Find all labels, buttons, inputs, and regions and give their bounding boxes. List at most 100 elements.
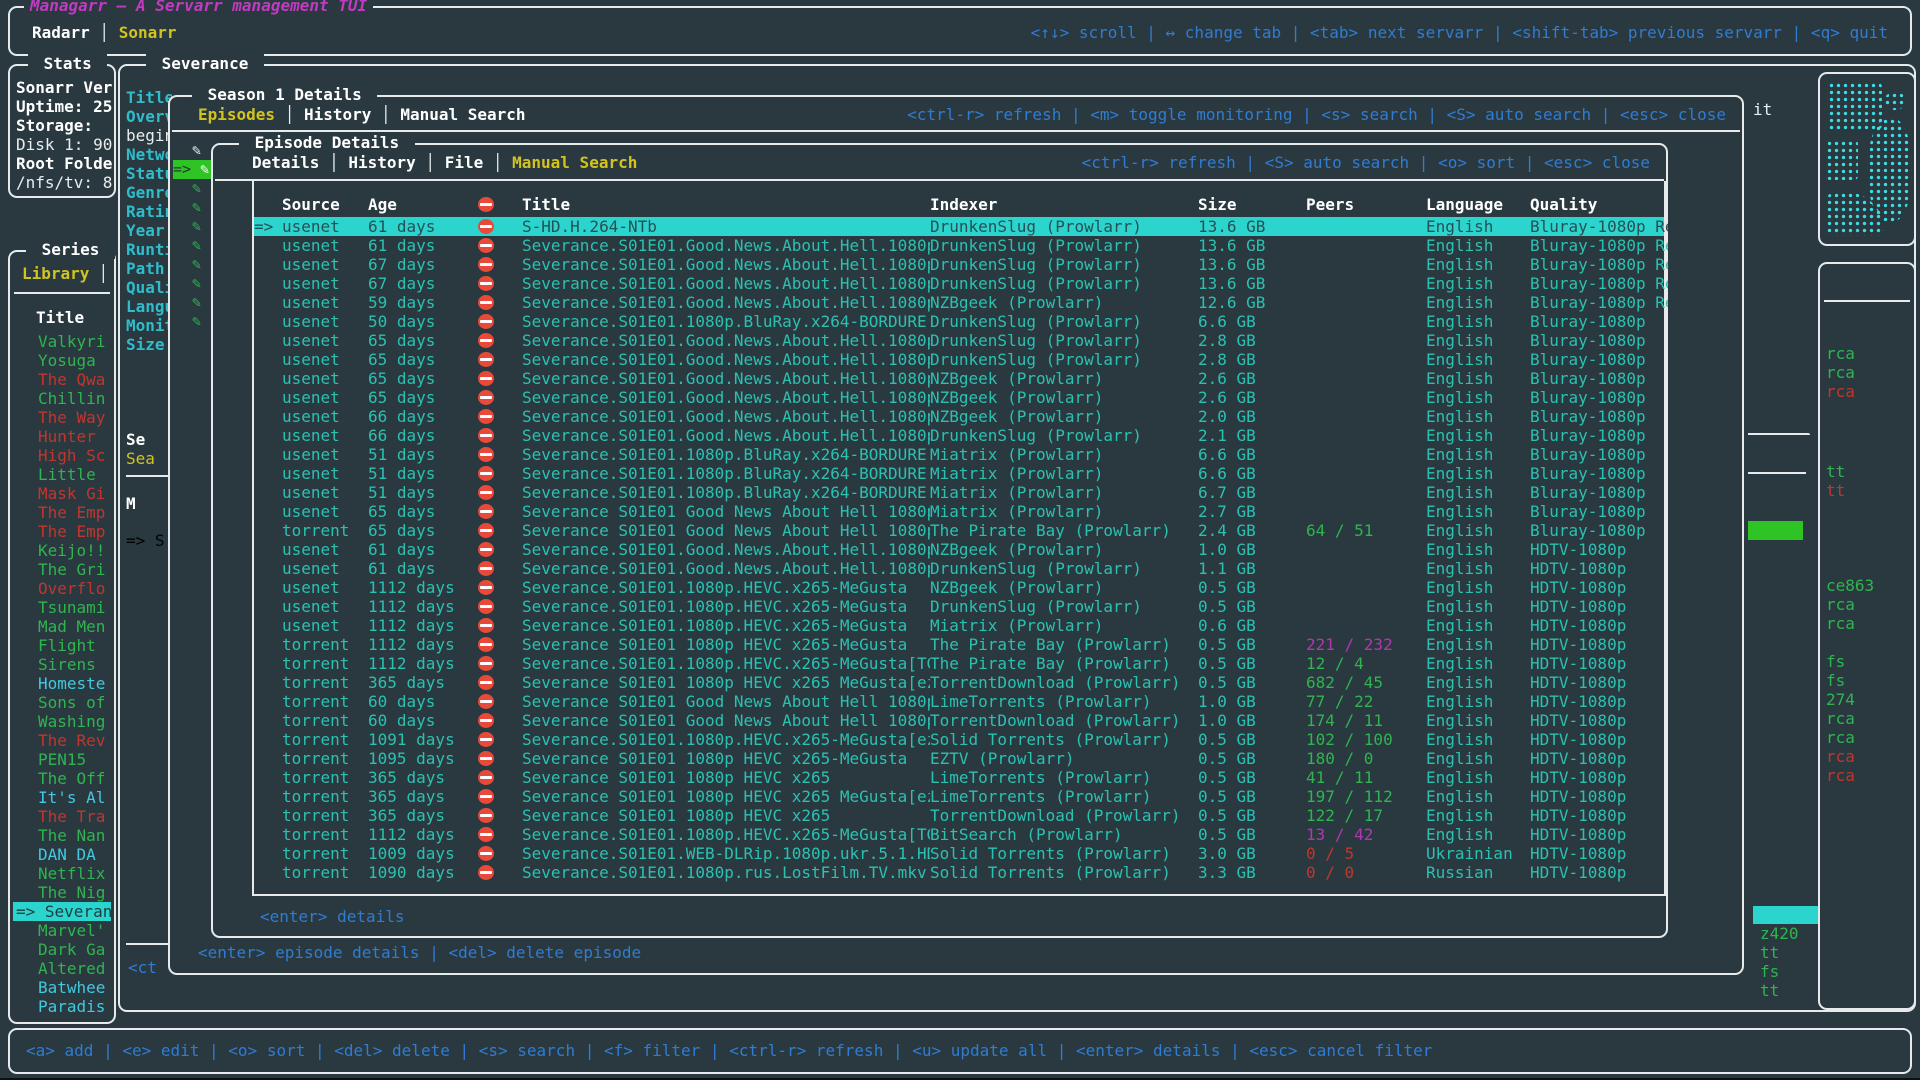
column-header: Peers [1306,195,1426,214]
table-row[interactable]: torrent1090 daysSeverance.S01E01.1080p.r… [254,863,1664,882]
series-item[interactable]: The Nig [13,883,111,902]
table-row[interactable]: usenet51 daysSeverance.S01E01.1080p.BluR… [254,483,1664,502]
series-item[interactable]: The Way [13,408,111,427]
table-row[interactable]: usenet65 daysSeverance S01E01 Good News … [254,502,1664,521]
table-row[interactable]: usenet50 daysSeverance.S01E01.1080p.BluR… [254,312,1664,331]
table-row[interactable]: usenet65 daysSeverance.S01E01.Good.News.… [254,388,1664,407]
source-cell: torrent [282,787,368,806]
series-item[interactable]: The Tra [13,807,111,826]
source-cell: usenet [282,540,368,559]
table-row[interactable]: torrent365 daysSeverance S01E01 1080p HE… [254,768,1664,787]
reject-icon [478,616,522,635]
series-item[interactable]: Chillin [13,389,111,408]
series-item[interactable]: The Nan [13,826,111,845]
series-item[interactable]: The Qwa [13,370,111,389]
series-item[interactable]: High Sc [13,446,111,465]
series-item[interactable]: It's Al [13,788,111,807]
size-cell: 1.0 GB [1198,692,1306,711]
table-row[interactable]: torrent1112 daysSeverance.S01E01.1080p.H… [254,825,1664,844]
table-row[interactable]: torrent365 daysSeverance S01E01 1080p HE… [254,806,1664,825]
table-row[interactable]: torrent1091 daysSeverance.S01E01.1080p.H… [254,730,1664,749]
series-item[interactable]: Overflo [13,579,111,598]
table-row[interactable]: usenet65 daysSeverance.S01E01.Good.News.… [254,331,1664,350]
series-item[interactable]: Keijo!! [13,541,111,560]
table-row[interactable]: usenet1112 daysSeverance.S01E01.1080p.HE… [254,616,1664,635]
table-row[interactable]: torrent60 daysSeverance S01E01 Good News… [254,692,1664,711]
season-episode-row-selected[interactable]: => ✎ [173,160,213,179]
series-item[interactable]: Mask Gi [13,484,111,503]
table-row[interactable]: usenet66 daysSeverance.S01E01.Good.News.… [254,426,1664,445]
tab-episodes[interactable]: Episodes [198,105,275,124]
tab-radarr[interactable]: Radarr [32,23,90,42]
series-item[interactable]: The Emp [13,522,111,541]
tab-ep-file[interactable]: File [445,153,484,172]
table-row[interactable]: torrent1095 daysSeverance S01E01 1080p H… [254,749,1664,768]
stats-row: Root Folde [16,154,112,173]
table-row[interactable]: torrent60 daysSeverance S01E01 Good News… [254,711,1664,730]
series-item[interactable]: Hunter [13,427,111,446]
table-row[interactable]: usenet67 daysSeverance.S01E01.Good.News.… [254,274,1664,293]
series-item-selected[interactable]: => Severan [13,902,111,921]
severance-field-label: Size [126,335,172,354]
table-row[interactable]: usenet51 daysSeverance.S01E01.1080p.BluR… [254,445,1664,464]
tab-season-history[interactable]: History [304,105,371,124]
series-tab-library[interactable]: Library│ [22,264,108,283]
table-row[interactable]: usenet67 daysSeverance.S01E01.Good.News.… [254,255,1664,274]
language-cell: English [1426,768,1530,787]
series-item[interactable]: Valkyri [13,332,111,351]
series-item[interactable]: The Rev [13,731,111,750]
table-row[interactable]: usenet66 daysSeverance.S01E01.Good.News.… [254,407,1664,426]
table-row[interactable]: torrent365 daysSeverance S01E01 1080p HE… [254,673,1664,692]
reject-icon [478,274,522,293]
series-item[interactable]: Netflix [13,864,111,883]
table-row[interactable]: usenet65 daysSeverance.S01E01.Good.News.… [254,350,1664,369]
series-item[interactable]: Dark Ga [13,940,111,959]
series-item[interactable]: Sons of [13,693,111,712]
series-item[interactable]: Marvel' [13,921,111,940]
series-item[interactable]: The Gri [13,560,111,579]
indexer-cell: DrunkenSlug (Prowlarr) [930,426,1198,445]
table-row[interactable]: torrent1009 daysSeverance.S01E01.WEB-DLR… [254,844,1664,863]
series-item[interactable]: Homeste [13,674,111,693]
series-item[interactable]: The Emp [13,503,111,522]
series-item[interactable]: Little [13,465,111,484]
table-row[interactable]: usenet1112 daysSeverance.S01E01.1080p.HE… [254,597,1664,616]
table-row[interactable]: torrent1112 daysSeverance S01E01 1080p H… [254,635,1664,654]
indexer-cell: Solid Torrents (Prowlarr) [930,730,1198,749]
series-item[interactable]: Tsunami [13,598,111,617]
series-item[interactable]: Paradis [13,997,111,1016]
title-cell: Severance S01E01 Good News About Hell 10… [522,711,930,730]
tab-season-manual-search[interactable]: Manual Search [400,105,525,124]
reject-icon [478,692,522,711]
tab-ep-history[interactable]: History [348,153,415,172]
title-cell: Severance.S01E01.1080p.BluRay.x264-BORDU… [522,483,930,502]
tab-ep-details[interactable]: Details [252,153,319,172]
source-cell: torrent [282,673,368,692]
table-row[interactable]: usenet61 daysSeverance.S01E01.Good.News.… [254,236,1664,255]
series-item[interactable]: Washing [13,712,111,731]
series-item[interactable]: Yosuga [13,351,111,370]
age-cell: 50 days [368,312,478,331]
series-item[interactable]: PEN15 [13,750,111,769]
table-row[interactable]: usenet59 daysSeverance.S01E01.Good.News.… [254,293,1664,312]
table-row[interactable]: torrent1112 daysSeverance.S01E01.1080p.H… [254,654,1664,673]
series-item[interactable]: Mad Men [13,617,111,636]
table-row[interactable]: usenet1112 daysSeverance.S01E01.1080p.HE… [254,578,1664,597]
table-row[interactable]: usenet61 daysSeverance.S01E01.Good.News.… [254,540,1664,559]
table-row[interactable]: usenet61 daysSeverance.S01E01.Good.News.… [254,559,1664,578]
table-row[interactable]: usenet65 daysSeverance.S01E01.Good.News.… [254,369,1664,388]
series-item[interactable]: Altered [13,959,111,978]
series-item[interactable]: DAN DA [13,845,111,864]
table-row[interactable]: usenet51 daysSeverance.S01E01.1080p.BluR… [254,464,1664,483]
severance-field-label: Qualit [126,278,172,297]
series-item[interactable]: Batwhee [13,978,111,997]
table-row[interactable]: torrent65 daysSeverance S01E01 Good News… [254,521,1664,540]
series-item[interactable]: Flight [13,636,111,655]
table-row[interactable]: =>usenet61 daysS-HD.H.264-NTbDrunkenSlug… [254,217,1664,236]
table-row[interactable]: torrent365 daysSeverance S01E01 1080p HE… [254,787,1664,806]
tab-sonarr[interactable]: Sonarr [119,23,177,42]
series-item[interactable]: The Off [13,769,111,788]
poster-dot-art [1826,140,1858,180]
series-item[interactable]: Sirens [13,655,111,674]
tab-ep-manual-search[interactable]: Manual Search [512,153,637,172]
